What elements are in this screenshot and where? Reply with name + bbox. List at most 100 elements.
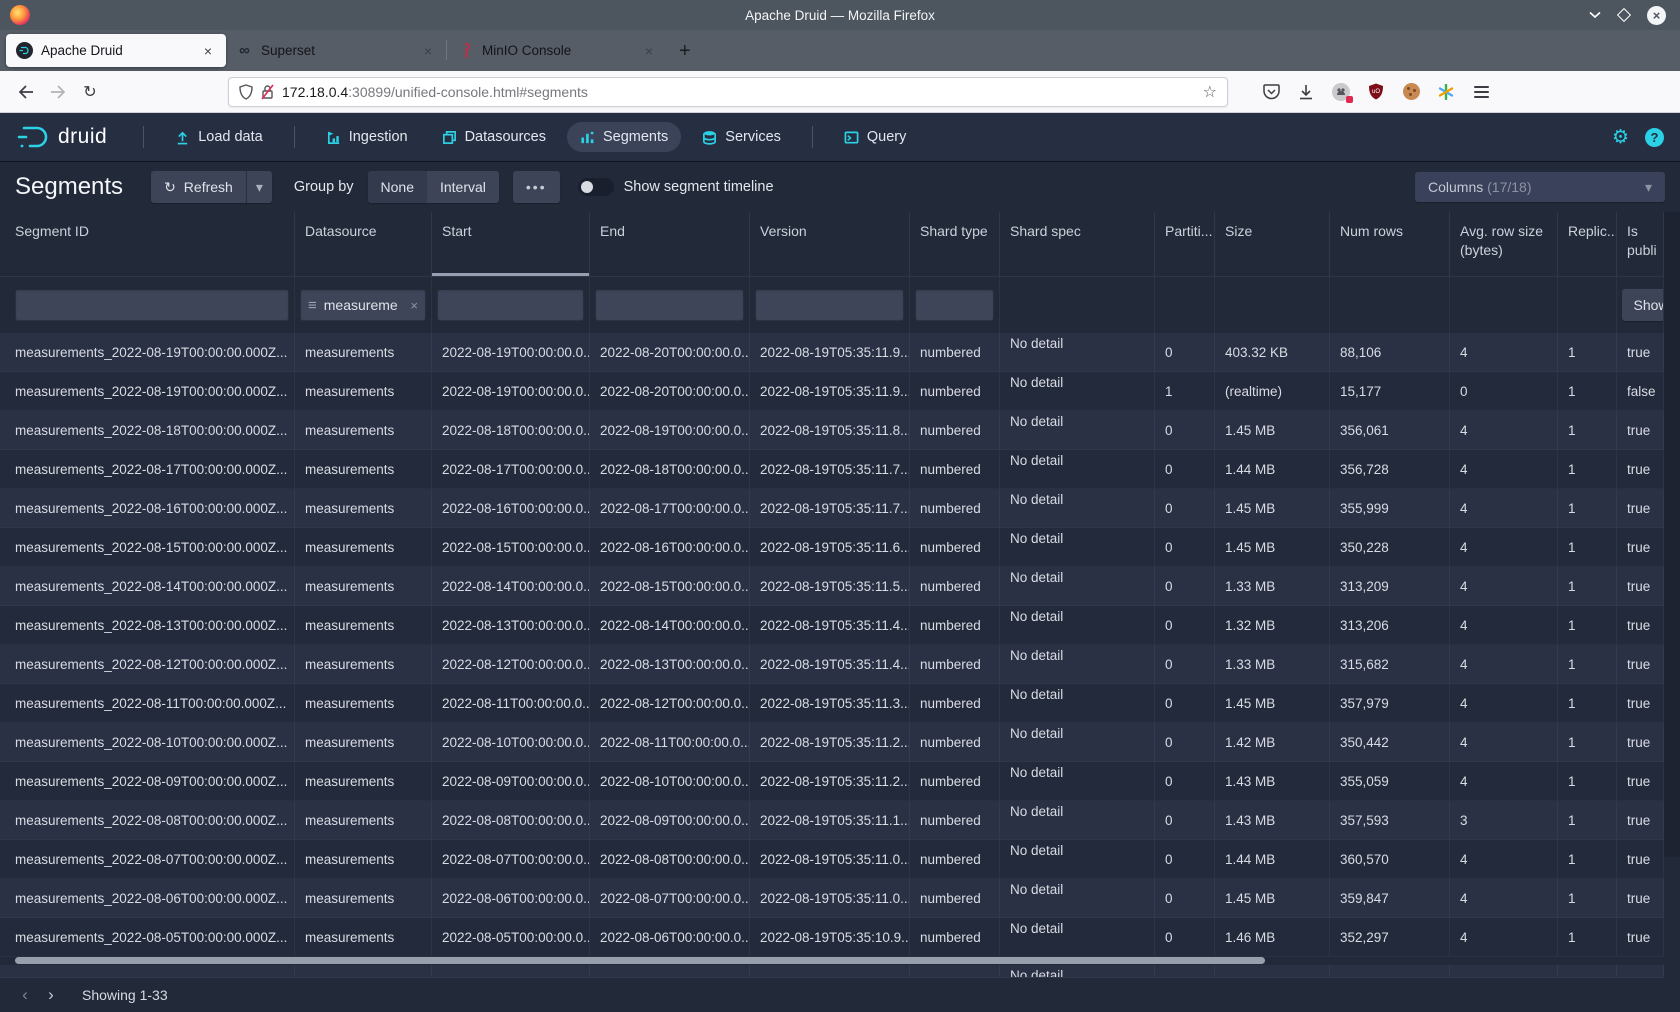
back-button[interactable] [10,78,42,106]
filter-tag-remove-icon[interactable]: × [410,298,418,313]
cell-replication: 1 [1558,411,1617,449]
cell-avg_row_size: 4 [1450,489,1558,527]
table-row[interactable]: measurements_2022-08-13T00:00:00.000Z...… [0,606,1664,645]
cell-shard_spec: No detail [1000,606,1155,644]
columns-button[interactable]: Columns (17/18) ▾ [1415,172,1665,202]
window-close-button[interactable]: × [1647,6,1666,25]
languagetool-icon[interactable] [1431,78,1461,106]
scrollbar-thumb[interactable] [15,957,1265,964]
cell-avg_row_size: 4 [1450,450,1558,488]
cell-shard_spec: No detail [1000,723,1155,761]
tab-close-icon[interactable]: × [641,41,657,61]
forward-button[interactable] [42,78,74,106]
nav-item-load-data[interactable]: Load data [162,122,276,152]
more-options-button[interactable]: ••• [513,171,560,203]
next-page-button[interactable]: › [38,982,64,1008]
column-header-replication[interactable]: Replic... [1558,212,1617,277]
filter-input-shard_type[interactable] [915,289,994,321]
bookmark-star-icon[interactable]: ☆ [1203,82,1217,102]
refresh-dropdown-button[interactable]: ▾ [246,171,272,203]
insecure-lock-icon[interactable] [261,84,274,100]
tab-superset[interactable]: ∞ Superset × [226,34,446,67]
column-header-end[interactable]: End [590,212,750,277]
table-row[interactable]: measurements_2022-08-12T00:00:00.000Z...… [0,645,1664,684]
table-row[interactable]: measurements_2022-08-06T00:00:00.000Z...… [0,879,1664,918]
cell-replication: 1 [1558,528,1617,566]
cell-end: 2022-08-12T00:00:00.0... [590,684,750,722]
filter-input-segment_id[interactable] [15,289,289,321]
column-header-shard_spec[interactable]: Shard spec [1000,212,1155,277]
column-header-segment_id[interactable]: Segment ID [0,212,295,277]
settings-gear-icon[interactable]: ⚙ [1612,126,1629,149]
cell-end: 2022-08-11T00:00:00.0... [590,723,750,761]
table-row[interactable]: measurements_2022-08-19T00:00:00.000Z...… [0,333,1664,372]
url-bar[interactable]: 172.18.0.4:30899/unified-console.html#se… [228,77,1228,107]
segment-timeline-toggle[interactable] [578,178,614,196]
table-row[interactable]: measurements_2022-08-08T00:00:00.000Z...… [0,801,1664,840]
tab-close-icon[interactable]: × [200,41,216,61]
filter-input-datasource[interactable]: ≡measureme× [300,289,426,321]
table-row[interactable]: measurements_2022-08-16T00:00:00.000Z...… [0,489,1664,528]
window-maximize-button[interactable] [1617,8,1631,22]
group-by-none-button[interactable]: None [368,171,427,203]
nav-item-datasources[interactable]: Datasources [429,122,559,152]
cell-segment_id: measurements_2022-08-17T00:00:00.000Z... [0,450,295,488]
cell-segment_id: measurements_2022-08-15T00:00:00.000Z... [0,528,295,566]
column-header-version[interactable]: Version [750,212,910,277]
menu-hamburger-icon[interactable] [1466,78,1496,106]
ublock-origin-icon[interactable]: uO [1361,78,1391,106]
filter-input-version[interactable] [755,289,904,321]
column-header-size[interactable]: Size [1215,212,1330,277]
table-row[interactable]: measurements_2022-08-18T00:00:00.000Z...… [0,411,1664,450]
cell-partition: 0 [1155,606,1215,644]
column-header-partition[interactable]: Partiti... [1155,212,1215,277]
table-row[interactable]: measurements_2022-08-17T00:00:00.000Z...… [0,450,1664,489]
table-row[interactable]: measurements_2022-08-09T00:00:00.000Z...… [0,762,1664,801]
filter-show-button[interactable]: Show [1622,289,1664,321]
cell-version: 2022-08-19T05:35:11.8... [750,411,910,449]
cell-start: 2022-08-13T00:00:00.0... [432,606,590,644]
pocket-icon[interactable] [1256,78,1286,106]
column-header-num_rows[interactable]: Num rows [1330,212,1450,277]
table-row[interactable]: measurements_2022-08-15T00:00:00.000Z...… [0,528,1664,567]
tab-minio-console[interactable]: MinIO Console × [447,34,667,67]
filter-input-end[interactable] [595,289,744,321]
new-tab-button[interactable]: + [667,40,703,71]
column-header-shard_type[interactable]: Shard type [910,212,1000,277]
tab-apache-druid[interactable]: Apache Druid × [6,34,226,67]
nav-item-query[interactable]: Query [831,122,920,152]
extension-multi-account-icon[interactable] [1326,78,1356,106]
table-row[interactable]: measurements_2022-08-10T00:00:00.000Z...… [0,723,1664,762]
group-by-label: Group by [294,179,354,195]
window-minimize-button[interactable] [1589,11,1601,19]
vertical-scrollbar-gutter[interactable] [1664,212,1680,857]
table-row[interactable]: measurements_2022-08-11T00:00:00.000Z...… [0,684,1664,723]
refresh-button[interactable]: ↻ Refresh [151,171,246,203]
help-icon[interactable]: ? [1645,128,1664,147]
table-row[interactable]: measurements_2022-08-05T00:00:00.000Z...… [0,918,1664,957]
nav-item-ingestion[interactable]: Ingestion [313,122,421,152]
horizontal-scrollbar[interactable] [0,957,1664,965]
columns-label: Columns [1428,179,1483,195]
column-header-datasource[interactable]: Datasource [295,212,432,277]
cookie-extension-icon[interactable] [1396,78,1426,106]
download-icon[interactable] [1291,78,1321,106]
nav-item-services[interactable]: Services [689,122,794,152]
table-row[interactable]: measurements_2022-08-07T00:00:00.000Z...… [0,840,1664,879]
column-header-start[interactable]: Start [432,212,590,277]
reload-button[interactable]: ↻ [74,78,106,106]
table-row[interactable]: measurements_2022-08-14T00:00:00.000Z...… [0,567,1664,606]
group-by-interval-button[interactable]: Interval [427,171,499,203]
column-header-avg_row_size[interactable]: Avg. row size (bytes) [1450,212,1558,277]
druid-brand[interactable]: druid [16,124,107,150]
previous-page-button[interactable]: ‹ [12,982,38,1008]
cell-is_published: true [1617,450,1664,488]
table-row[interactable]: measurements_2022-08-19T00:00:00.000Z...… [0,372,1664,411]
cell-start [432,965,590,977]
nav-item-segments[interactable]: Segments [567,122,681,152]
tab-close-icon[interactable]: × [420,41,436,61]
tracking-shield-icon[interactable] [239,84,253,100]
column-header-is_published[interactable]: Is publi [1617,212,1664,277]
filter-input-start[interactable] [437,289,584,321]
cell-start: 2022-08-19T00:00:00.0... [432,372,590,410]
